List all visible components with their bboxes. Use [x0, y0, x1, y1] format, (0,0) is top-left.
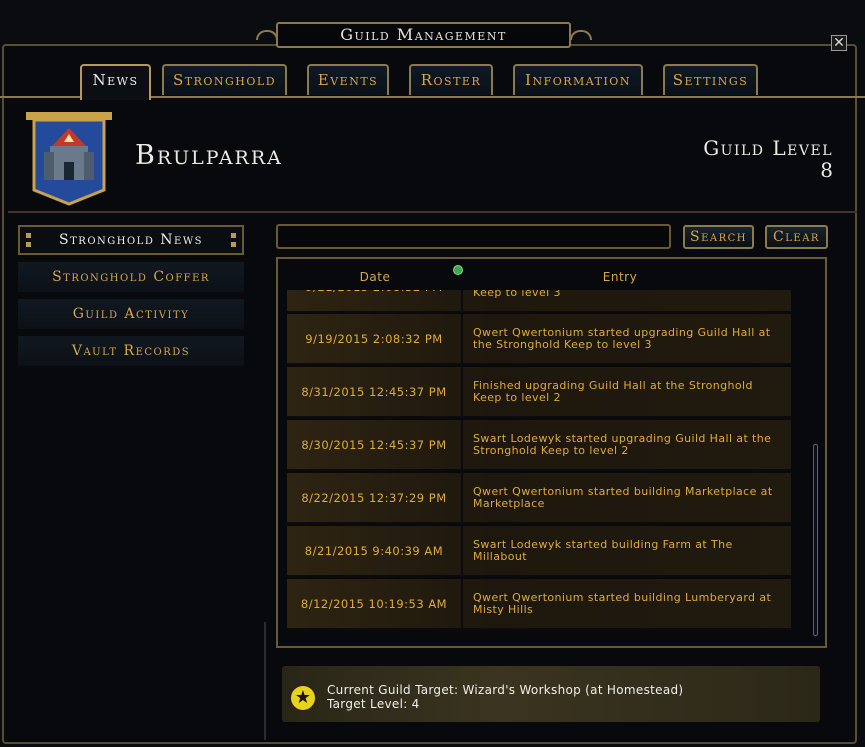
table-row[interactable]: 8/31/2015 12:45:37 PM Finished upgrading…	[287, 367, 791, 418]
row-entry: Swart Lodewyk started upgrading Guild Ha…	[473, 431, 772, 457]
sidebar-item-label: Guild Activity	[72, 306, 190, 322]
search-input[interactable]	[276, 224, 671, 249]
sidebar-item-stronghold-coffer[interactable]: Stronghold Coffer	[18, 262, 244, 292]
tab-events[interactable]: Events	[307, 64, 389, 95]
close-button[interactable]: ✕	[831, 35, 847, 51]
title-ornament-left	[256, 30, 278, 40]
header-divider	[8, 211, 857, 213]
row-date: 9/19/2015 2:08:32 PM	[287, 314, 463, 363]
column-header-entry[interactable]: Entry	[470, 270, 770, 284]
ornament-dot	[231, 242, 236, 247]
clear-button[interactable]: Clear	[765, 225, 828, 249]
table-row[interactable]: 9/19/2015 2:08:32 PM Qwert Qwertonium st…	[287, 314, 791, 365]
row-entry: Swart Lodewyk started building Farm at T…	[473, 537, 733, 563]
target-level: Target Level: 4	[327, 697, 420, 711]
scrollbar-thumb[interactable]	[813, 444, 818, 636]
row-entry: Qwert Qwertonium started building Market…	[473, 484, 773, 510]
current-guild-target: Current Guild Target: Wizard's Workshop …	[327, 683, 684, 697]
table-row[interactable]: 8/30/2015 12:45:37 PM Swart Lodewyk star…	[287, 420, 791, 471]
tab-roster[interactable]: Roster	[409, 64, 493, 95]
row-date: 8/12/2015 10:19:53 AM	[287, 579, 463, 628]
table-body: 9/21/2015 2:08:32 PM Finished upgrading …	[287, 290, 791, 639]
row-date: 8/21/2015 9:40:39 AM	[287, 526, 463, 575]
window-title: Guild Management	[276, 22, 571, 48]
panel-divider	[264, 622, 266, 740]
sidebar-item-guild-activity[interactable]: Guild Activity	[18, 299, 244, 329]
tab-settings[interactable]: Settings	[663, 64, 758, 95]
guild-level-label: Guild Level	[703, 136, 833, 160]
tab-information[interactable]: Information	[513, 64, 643, 95]
sidebar-item-label: Stronghold News	[59, 232, 203, 248]
row-date: 8/31/2015 12:45:37 PM	[287, 367, 463, 416]
table-row[interactable]: 8/22/2015 12:37:29 PM Qwert Qwertonium s…	[287, 473, 791, 524]
ornament-dot	[26, 242, 31, 247]
sidebar-item-label: Vault Records	[71, 343, 191, 359]
star-icon: ★	[289, 684, 317, 712]
tab-news[interactable]: News	[80, 64, 151, 100]
ornament-dot	[231, 233, 236, 238]
guild-name: Brulparra	[135, 140, 283, 171]
sidebar-item-label: Stronghold Coffer	[52, 269, 210, 285]
guild-banner-icon	[26, 112, 112, 206]
close-icon: ✕	[833, 35, 845, 51]
search-button[interactable]: Search	[683, 225, 754, 249]
sidebar-item-stronghold-news[interactable]: Stronghold News	[18, 225, 244, 255]
sidebar-item-vault-records[interactable]: Vault Records	[18, 336, 244, 366]
column-header-date[interactable]: Date	[290, 270, 460, 284]
table-row[interactable]: 8/21/2015 9:40:39 AM Swart Lodewyk start…	[287, 526, 791, 577]
row-date: 8/22/2015 12:37:29 PM	[287, 473, 463, 522]
title-ornament-right	[570, 30, 592, 40]
sort-indicator-icon[interactable]	[453, 265, 463, 275]
ornament-dot	[26, 233, 31, 238]
table-row[interactable]: 9/21/2015 2:08:32 PM Finished upgrading …	[287, 290, 791, 313]
row-date: 9/21/2015 2:08:32 PM	[287, 290, 463, 311]
row-entry: Finished upgrading Guild Hall at the Str…	[473, 290, 561, 299]
row-entry: Qwert Qwertonium started upgrading Guild…	[473, 325, 771, 351]
row-date: 8/30/2015 12:45:37 PM	[287, 420, 463, 469]
row-entry: Qwert Qwertonium started building Lumber…	[473, 590, 772, 616]
row-entry: Finished upgrading Guild Hall at the Str…	[473, 378, 753, 404]
guild-level-value: 8	[820, 158, 833, 182]
tab-stronghold[interactable]: Stronghold	[162, 64, 287, 95]
table-row[interactable]: 8/12/2015 10:19:53 AM Qwert Qwertonium s…	[287, 579, 791, 630]
